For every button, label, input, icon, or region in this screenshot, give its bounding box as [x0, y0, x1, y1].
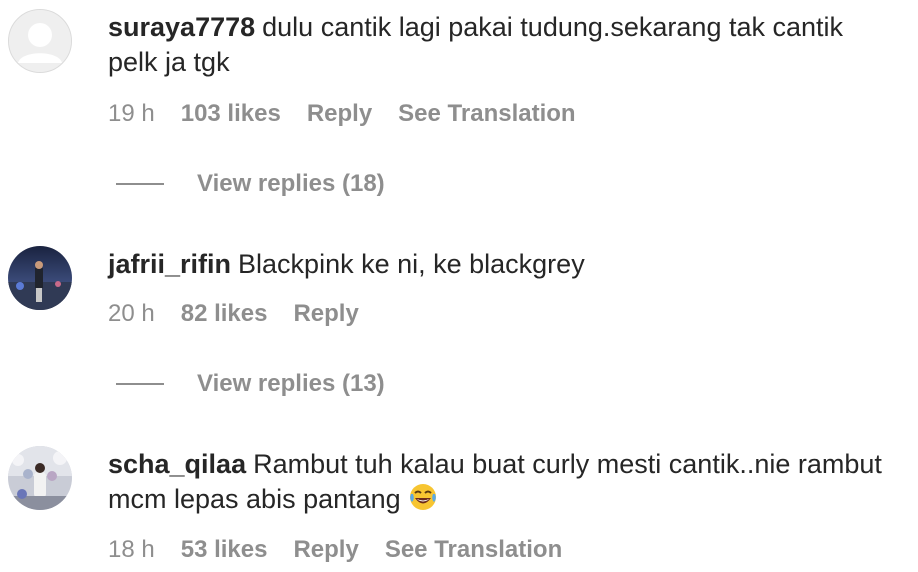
laughing-tears-emoji-icon: [408, 482, 438, 521]
see-translation-button[interactable]: See Translation: [385, 536, 562, 564]
user-photo: [8, 446, 72, 510]
comment-likes[interactable]: 53 likes: [181, 536, 268, 564]
comment-item: scha_qilaa Rambut tuh kalau buat curly me…: [0, 0, 918, 572]
comment-time[interactable]: 18 h: [108, 536, 155, 564]
comment-text: scha_qilaa Rambut tuh kalau buat curly me…: [108, 447, 898, 521]
reply-button[interactable]: Reply: [293, 536, 358, 564]
comment-username[interactable]: scha_qilaa: [108, 449, 246, 479]
comment-meta: 18 h 53 likes Reply See Translation: [108, 536, 588, 564]
avatar[interactable]: [8, 446, 72, 510]
